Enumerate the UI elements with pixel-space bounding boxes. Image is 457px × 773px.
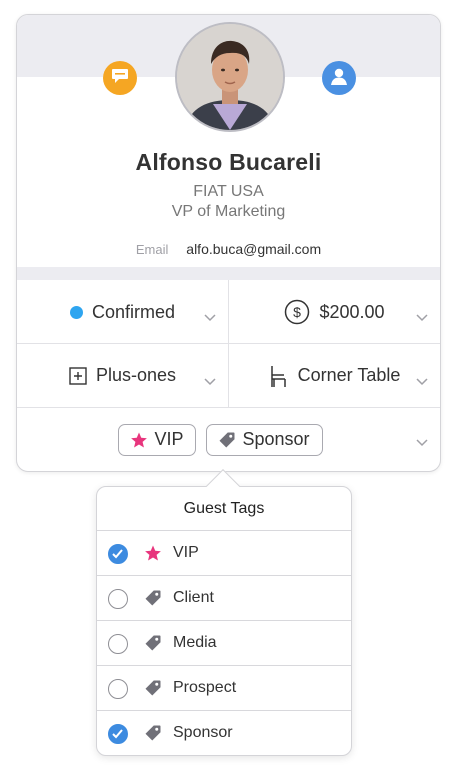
guest-job-title: VP of Marketing (171, 203, 286, 220)
tag-option-client[interactable]: Client (97, 576, 351, 621)
tag-option-prospect[interactable]: Prospect (97, 666, 351, 711)
amount-dropdown[interactable]: $ $200.00 (228, 280, 440, 344)
tag-option-label: Sponsor (173, 724, 233, 741)
tag-icon (144, 589, 162, 607)
checkbox-checked-icon[interactable] (108, 544, 128, 564)
tag-icon (144, 679, 162, 697)
chevron-down-icon (416, 306, 428, 327)
chevron-down-icon (416, 434, 428, 452)
tag-chip-label: VIP (154, 429, 184, 449)
message-button[interactable] (103, 61, 137, 95)
checkbox-checked-icon[interactable] (108, 724, 128, 744)
plus-ones-dropdown[interactable]: Plus-ones (17, 344, 228, 407)
email-row: Email alfo.buca@gmail.com (17, 241, 440, 257)
table-label: Corner Table (297, 365, 401, 385)
user-icon (329, 66, 349, 91)
popover-title: Guest Tags (97, 487, 351, 531)
status-label: Confirmed (91, 301, 176, 322)
plusones-table-row: Plus-ones Corner Table (17, 343, 440, 407)
section-divider (17, 267, 440, 280)
tag-option-label: Client (173, 589, 214, 606)
tag-option-sponsor[interactable]: Sponsor (97, 711, 351, 756)
checkbox-unchecked-icon[interactable] (108, 634, 128, 654)
tag-chip-label: Sponsor (242, 429, 310, 449)
tags-row[interactable]: VIP Sponsor (17, 407, 440, 471)
checkbox-unchecked-icon[interactable] (108, 679, 128, 699)
plus-square-icon (69, 366, 87, 385)
chair-icon (269, 364, 289, 388)
guest-profile-card: Alfonso Bucareli FIAT USA VP of Marketin… (16, 14, 441, 472)
tag-option-label: Prospect (173, 679, 237, 696)
tag-option-label: Media (173, 634, 217, 651)
guest-name: Alfonso Bucareli (135, 149, 322, 175)
email-label: Email (135, 242, 169, 257)
tag-icon (218, 431, 236, 449)
guest-company: FIAT USA (193, 183, 264, 200)
status-dropdown[interactable]: Confirmed (17, 280, 228, 344)
tag-icon (144, 634, 162, 652)
plus-ones-label: Plus-ones (95, 365, 177, 385)
tag-icon (144, 724, 162, 742)
status-dot-icon (69, 305, 83, 319)
tag-option-label: VIP (173, 544, 199, 561)
status-amount-row: Confirmed $ $200.00 (17, 280, 440, 344)
tag-option-vip[interactable]: VIP (97, 531, 351, 576)
email-value[interactable]: alfo.buca@gmail.com (186, 241, 321, 257)
tag-option-list: VIP Client Media Prospect Sponsor (97, 531, 351, 756)
view-profile-button[interactable] (322, 61, 356, 95)
tag-chip-sponsor[interactable]: Sponsor (206, 423, 323, 456)
star-icon (130, 431, 148, 449)
chevron-down-icon (204, 370, 216, 391)
star-icon (144, 544, 162, 562)
chevron-down-icon (204, 306, 216, 327)
avatar (175, 22, 285, 132)
chat-bubble-icon (111, 68, 129, 89)
checkbox-unchecked-icon[interactable] (108, 589, 128, 609)
tag-chip-vip[interactable]: VIP (118, 423, 197, 456)
dollar-circle-icon: $ (284, 299, 310, 325)
table-dropdown[interactable]: Corner Table (228, 344, 440, 407)
tag-option-media[interactable]: Media (97, 621, 351, 666)
guest-tags-popover: Guest Tags VIP Client Media Prospect Spo… (96, 486, 352, 756)
chevron-down-icon (416, 370, 428, 391)
svg-text:$: $ (294, 304, 302, 320)
amount-label: $200.00 (319, 301, 385, 322)
